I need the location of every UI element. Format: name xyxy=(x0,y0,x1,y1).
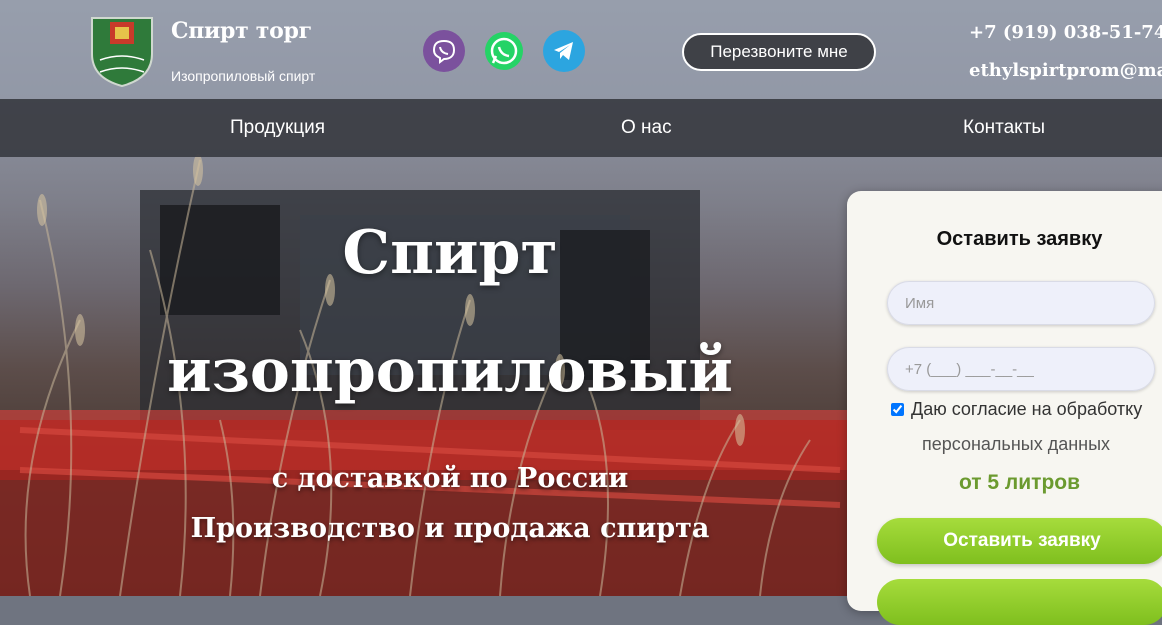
phone-link[interactable]: +7 (919) 038-51-74 xyxy=(969,22,1162,43)
secondary-green-button[interactable] xyxy=(877,579,1162,625)
nav-item-about[interactable]: О нас xyxy=(621,99,672,157)
email-link[interactable]: ethylspirtprom@mai xyxy=(969,60,1162,81)
site-header: Спирт торг Изопропиловый спирт Перезвони… xyxy=(0,0,1162,99)
submit-request-button[interactable]: Оставить заявку xyxy=(877,518,1162,564)
consent-checkbox[interactable] xyxy=(891,403,904,416)
brand-tagline: Изопропиловый спирт xyxy=(171,68,316,84)
consent-label-line2: персональных данных xyxy=(922,434,1111,454)
whatsapp-icon[interactable] xyxy=(483,30,525,72)
nav-item-contacts[interactable]: Контакты xyxy=(963,99,1045,157)
main-nav: Продукция О нас Контакты xyxy=(0,99,1162,157)
consent-label-line1: Даю согласие на обработку xyxy=(911,399,1143,419)
telegram-icon[interactable] xyxy=(543,30,585,72)
form-title: Оставить заявку xyxy=(936,228,1103,250)
callback-button[interactable]: Перезвоните мне xyxy=(682,33,876,71)
nav-item-products[interactable]: Продукция xyxy=(230,99,325,157)
hero-title-line1: Спирт xyxy=(342,218,558,288)
minimum-volume-text: от 5 литров xyxy=(958,471,1081,494)
coat-of-arms-logo-icon[interactable] xyxy=(86,14,158,88)
name-input[interactable] xyxy=(887,281,1155,325)
phone-input[interactable] xyxy=(887,347,1155,391)
hero-subtitle-line1: с доставкой по России xyxy=(271,463,629,494)
hero-title-line2: изопропиловый xyxy=(167,336,733,406)
viber-icon[interactable] xyxy=(423,30,465,72)
request-form-card: Оставить заявку Даю согласие на обработк… xyxy=(847,191,1162,625)
brand-name[interactable]: Спирт торг xyxy=(171,18,312,44)
hero-subtitle-line2: Производство и продажа спирта xyxy=(190,513,710,544)
